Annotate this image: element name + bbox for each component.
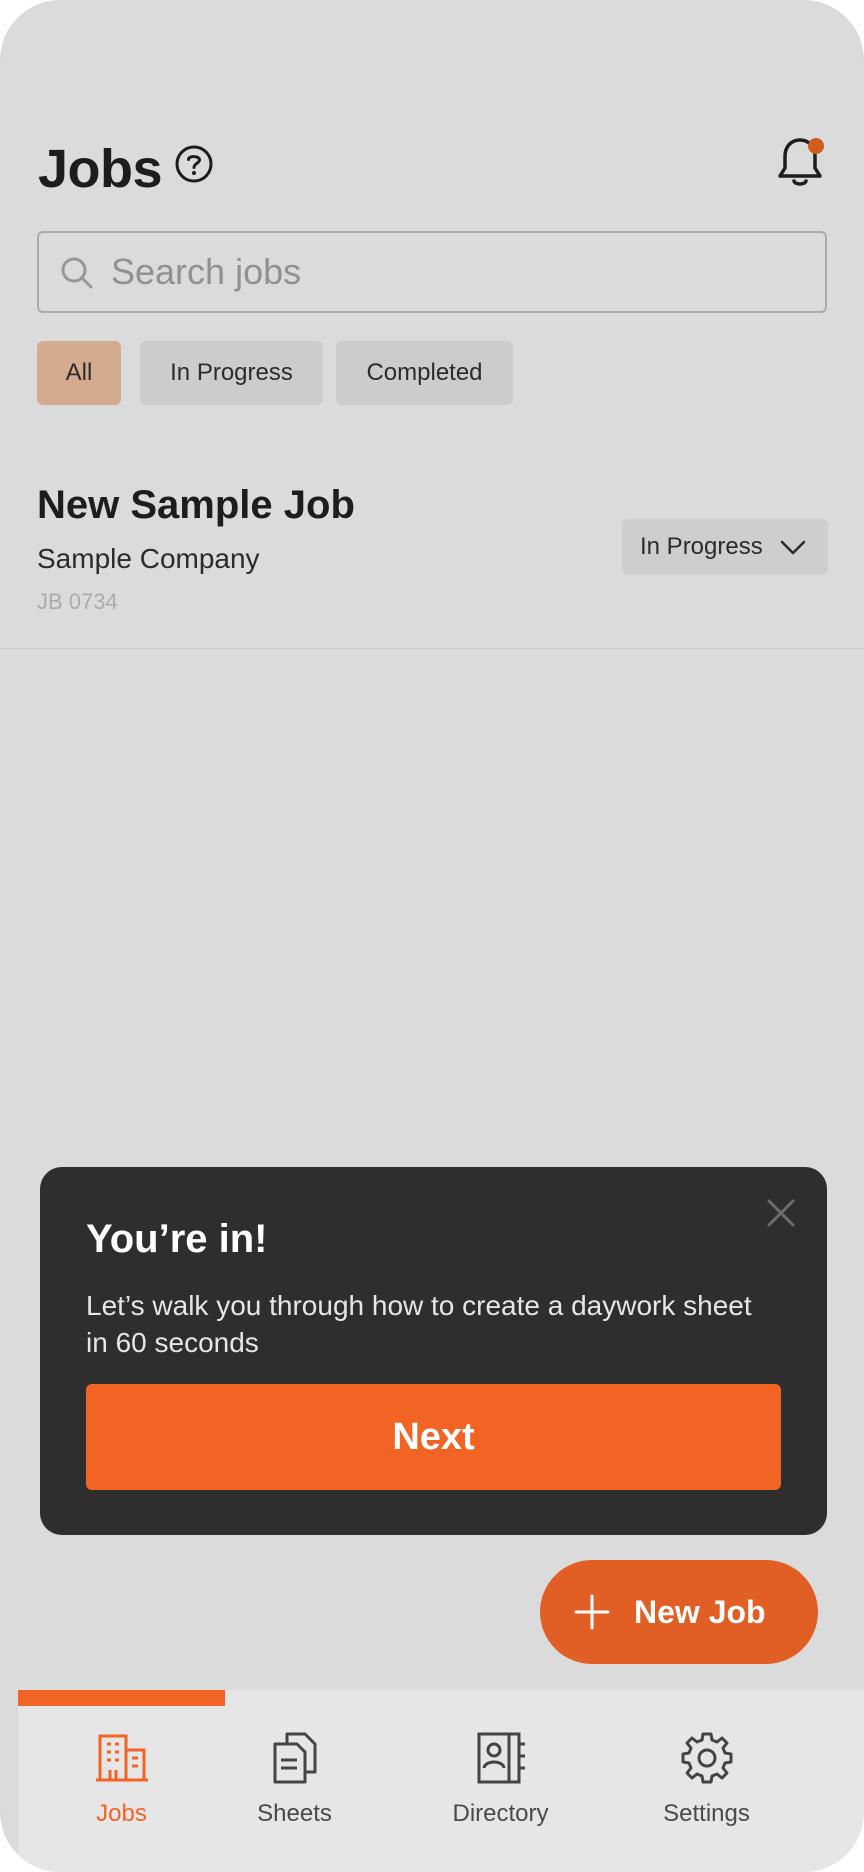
close-icon[interactable]: [765, 1197, 797, 1229]
gear-icon: [681, 1732, 732, 1784]
nav-item-settings[interactable]: Settings: [603, 1730, 810, 1850]
next-button[interactable]: Next: [86, 1384, 781, 1490]
new-job-button[interactable]: New Job: [540, 1560, 818, 1664]
documents-icon: [273, 1732, 316, 1784]
active-tab-indicator: [18, 1690, 225, 1706]
onboarding-tooltip: You’re in! Let’s walk you through how to…: [40, 1167, 827, 1535]
nav-label-sheets: Sheets: [257, 1800, 332, 1827]
building-icon: [95, 1734, 148, 1782]
new-job-label: New Job: [634, 1593, 766, 1630]
nav-label-settings: Settings: [663, 1800, 750, 1827]
plus-icon: [574, 1594, 610, 1630]
tooltip-body: Let’s walk you through how to create a d…: [86, 1290, 752, 1358]
bottom-nav: Jobs Sheets Directory Settings: [18, 1690, 864, 1872]
nav-label-directory: Directory: [452, 1800, 549, 1827]
nav-item-directory[interactable]: Directory: [397, 1730, 604, 1850]
contact-book-icon: [477, 1732, 525, 1784]
app-screen: Jobs All In Progress Completed New Sampl…: [0, 0, 864, 1872]
nav-item-sheets[interactable]: Sheets: [191, 1730, 398, 1850]
tooltip-title: You’re in!: [86, 1217, 268, 1261]
